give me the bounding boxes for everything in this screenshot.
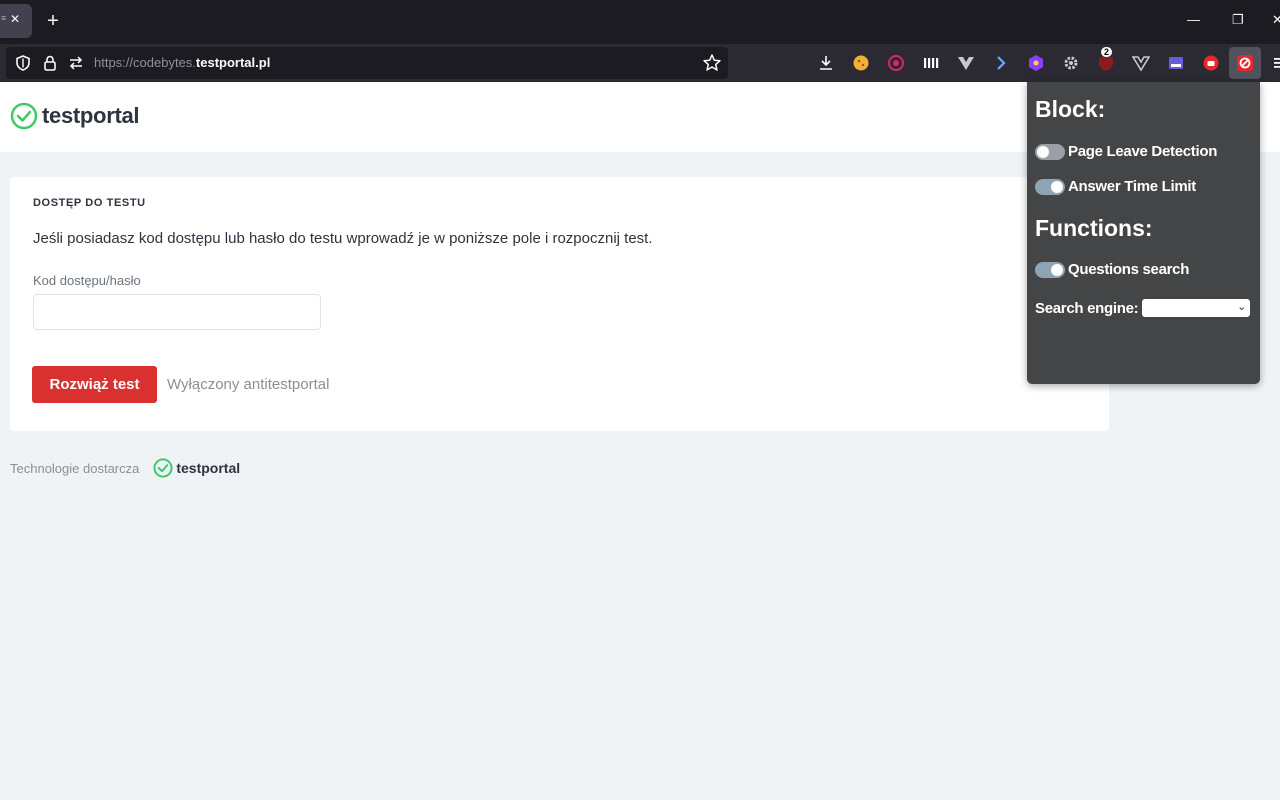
browser-tab[interactable]: ≡ ✕ (0, 4, 32, 38)
antitestportal-popup: Block: Page Leave Detection Answer Time … (1027, 82, 1260, 384)
check-circle-logo-icon (10, 102, 38, 130)
chevron-right-icon[interactable] (992, 54, 1010, 72)
gear-extension-icon[interactable] (1062, 54, 1080, 72)
toggle-label: Answer Time Limit (1068, 178, 1196, 195)
block-heading: Block: (1035, 96, 1106, 122)
shield-icon[interactable] (14, 54, 32, 72)
search-engine-label: Search engine: (1035, 299, 1139, 317)
toggle-label: Questions search (1068, 261, 1190, 278)
lock-icon[interactable] (41, 54, 59, 72)
cookie-extension-icon[interactable] (852, 54, 870, 72)
logo-text: testportal (42, 103, 140, 128)
vue-devtools-icon[interactable] (957, 54, 975, 72)
toggle-row-page-leave[interactable]: Page Leave Detection (1035, 143, 1217, 160)
menu-icon[interactable] (1269, 54, 1280, 72)
url-bar[interactable]: https://codebytes.testportal.pl (6, 47, 728, 79)
antitestportal-extension-button[interactable] (1229, 47, 1261, 79)
download-icon[interactable] (817, 54, 835, 72)
card-description: Jeśli posiadasz kod dostępu lub hasło do… (33, 230, 653, 247)
chevron-down-icon: ⌄ (1237, 301, 1247, 313)
toggle-row-questions-search[interactable]: Questions search (1035, 261, 1189, 278)
search-engine-row: Search engine: ⌄ (1035, 299, 1251, 317)
antitestportal-icon (1237, 55, 1253, 71)
footer-check-logo-icon (153, 458, 173, 478)
footer: Technologie dostarcza testportal (10, 458, 240, 478)
search-engine-select[interactable]: ⌄ (1142, 299, 1251, 317)
tab-strip: ≡ ✕ + — ❐ ✕ (0, 0, 1280, 44)
answer-time-limit-toggle[interactable] (1035, 178, 1065, 195)
toggle-label: Page Leave Detection (1068, 143, 1218, 160)
card-heading: DOSTĘP DO TESTU (33, 197, 146, 209)
test-access-card: DOSTĘP DO TESTU Jeśli posiadasz kod dost… (10, 177, 1109, 431)
solve-test-button[interactable]: Rozwiąż test (32, 366, 157, 403)
functions-heading: Functions: (1035, 215, 1153, 241)
footer-text: Technologie dostarcza (10, 460, 140, 476)
url-text[interactable]: https://codebytes.testportal.pl (94, 55, 270, 70)
page-leave-detection-toggle[interactable] (1035, 143, 1065, 160)
permissions-icon[interactable] (67, 54, 85, 72)
minimize-button[interactable]: — (1187, 12, 1200, 27)
record-extension-icon[interactable] (887, 54, 905, 72)
hexagon-extension-icon[interactable] (1027, 54, 1045, 72)
screen-extension-icon[interactable] (1167, 54, 1185, 72)
extension-badge-count: 2 (1101, 47, 1113, 57)
bookmark-star-icon[interactable] (702, 53, 722, 73)
footer-logo-text[interactable]: testportal (176, 460, 240, 476)
grid-extension-icon[interactable] (922, 54, 940, 72)
access-code-input[interactable] (33, 294, 321, 330)
antitestportal-status: Wyłączony antitestportal (167, 376, 330, 393)
questions-search-toggle[interactable] (1035, 261, 1065, 278)
access-code-label: Kod dostępu/hasło (33, 273, 141, 288)
tab-close-icon[interactable]: ✕ (10, 12, 20, 26)
testportal-logo[interactable]: testportal (10, 102, 140, 130)
vue-extension-icon[interactable] (1132, 54, 1150, 72)
tab-favicon-icon: ≡ (1, 13, 7, 23)
toggle-row-answer-time[interactable]: Answer Time Limit (1035, 178, 1196, 195)
browser-toolbar: https://codebytes.testportal.pl 2 (0, 44, 1280, 82)
new-tab-button[interactable]: + (44, 10, 62, 32)
close-window-button[interactable]: ✕ (1272, 12, 1280, 28)
restore-button[interactable]: ❐ (1232, 12, 1244, 28)
lastpass-extension-icon[interactable] (1202, 54, 1220, 72)
